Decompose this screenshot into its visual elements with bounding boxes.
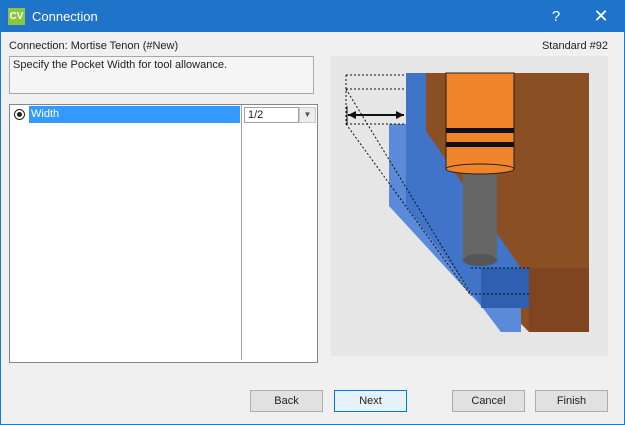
next-button[interactable]: Next <box>334 390 407 412</box>
finish-button[interactable]: Finish <box>535 390 608 412</box>
tool-band-top <box>446 128 514 133</box>
wood-front-face <box>529 268 589 332</box>
pocket-illustration <box>331 56 608 356</box>
app-logo: CV <box>8 8 25 25</box>
standard-label: Standard #92 <box>541 40 608 52</box>
grid-column-divider[interactable] <box>241 105 242 360</box>
tool-tip <box>463 254 497 266</box>
window-title: Connection <box>32 9 98 24</box>
title-bar: CV Connection ? ✕ <box>1 1 624 32</box>
pocket-diagram <box>345 72 589 332</box>
pocket-groove-bottom <box>481 268 529 308</box>
grid-row-width[interactable]: Width 1/2 ▼ <box>11 106 316 124</box>
dropdown-arrow-icon[interactable]: ▼ <box>299 107 316 123</box>
help-button[interactable]: ? <box>533 1 579 32</box>
tool-head-bottom <box>445 163 515 175</box>
grid-row-label[interactable]: Width <box>29 106 240 123</box>
close-button[interactable]: ✕ <box>578 1 624 32</box>
dimension-arrow-right <box>396 111 404 119</box>
width-value-field[interactable]: 1/2 <box>244 107 299 123</box>
description-box: Specify the Pocket Width for tool allowa… <box>9 56 314 94</box>
connection-dialog: CV Connection ? ✕ Connection: Mortise Te… <box>0 0 625 425</box>
tool-head <box>445 72 515 170</box>
connection-label: Connection: Mortise Tenon (#New) <box>9 40 179 52</box>
back-button[interactable]: Back <box>250 390 323 412</box>
property-grid: Width 1/2 ▼ <box>9 104 318 363</box>
cancel-button[interactable]: Cancel <box>452 390 525 412</box>
dimension-arrow-left <box>348 111 356 119</box>
tool-shank <box>463 166 497 261</box>
radio-selected-icon[interactable] <box>14 109 25 120</box>
tool-band-bottom <box>446 142 514 147</box>
